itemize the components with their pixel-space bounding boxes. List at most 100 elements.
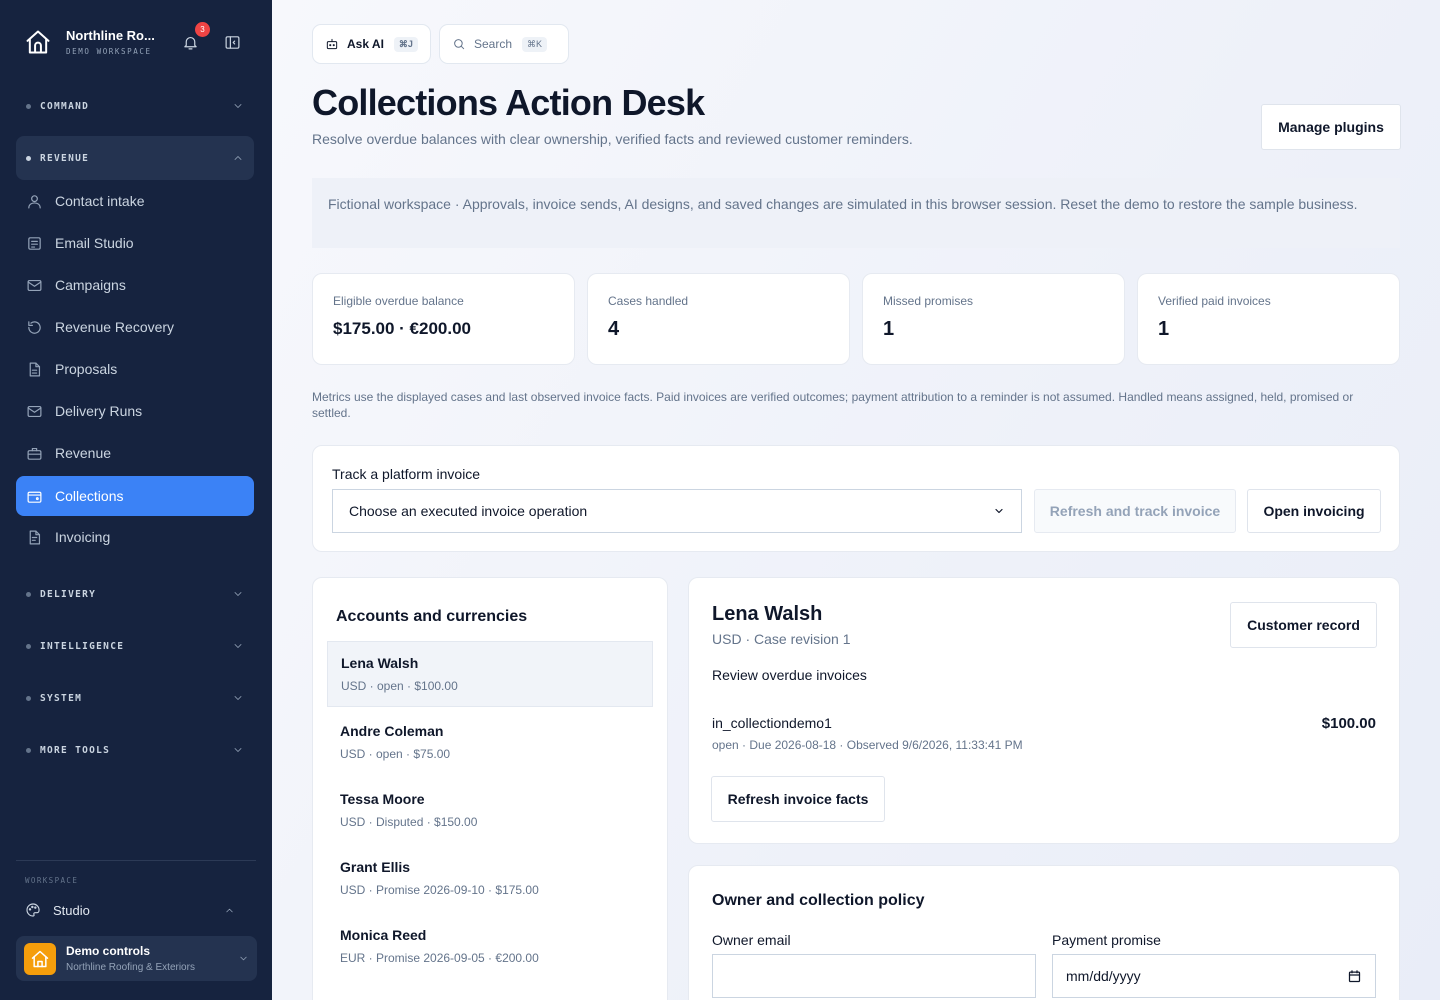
- sidebar-item-label: Delivery Runs: [55, 403, 143, 419]
- sidebar-item-contact-intake[interactable]: Contact intake: [16, 181, 254, 221]
- account-item[interactable]: Andre Coleman USD · open · $75.00: [327, 710, 653, 776]
- sidebar-item-delivery-runs[interactable]: Delivery Runs: [16, 391, 254, 431]
- document-icon: [26, 235, 43, 252]
- chevron-down-icon: [232, 744, 244, 756]
- account-meta: USD · open · $100.00: [341, 679, 458, 693]
- sidebar-divider: [16, 860, 256, 861]
- sidebar: Northline Ro... DEMO WORKSPACE 3 COMMAND…: [0, 0, 272, 1000]
- brand[interactable]: Northline Ro... DEMO WORKSPACE: [24, 28, 155, 56]
- account-item[interactable]: Tessa Moore USD · Disputed · $150.00: [327, 778, 653, 844]
- studio-item[interactable]: Studio: [25, 902, 247, 918]
- workspace-label: WORKSPACE: [25, 876, 79, 885]
- notification-badge: 3: [195, 22, 210, 37]
- track-invoice-label: Track a platform invoice: [332, 466, 481, 482]
- sidebar-item-invoicing[interactable]: Invoicing: [16, 517, 254, 557]
- bell-icon[interactable]: [182, 34, 199, 51]
- search-label: Search: [474, 37, 513, 51]
- palette-icon: [25, 902, 41, 918]
- metric-value: 1: [883, 318, 895, 340]
- calendar-icon[interactable]: [1347, 969, 1362, 984]
- sidebar-item-label: Collections: [55, 488, 124, 504]
- policy-title: Owner and collection policy: [712, 892, 925, 909]
- demo-controls[interactable]: Demo controls Northline Roofing & Exteri…: [16, 936, 257, 981]
- customer-record-button[interactable]: Customer record: [1230, 602, 1377, 648]
- section-command[interactable]: COMMAND: [16, 84, 254, 128]
- sidebar-item-revenue-recovery[interactable]: Revenue Recovery: [16, 307, 254, 347]
- account-name: Lena Walsh: [341, 655, 419, 671]
- page-subtitle: Resolve overdue balances with clear owne…: [312, 131, 913, 147]
- invoice-meta: open · Due 2026-08-18 · Observed 9/6/202…: [712, 738, 1023, 752]
- home-logo-icon: [24, 28, 52, 56]
- demo-home-icon: [24, 942, 56, 975]
- invoice-operation-select[interactable]: Choose an executed invoice operation: [332, 489, 1022, 533]
- ask-ai-button[interactable]: Ask AI ⌘J: [312, 24, 431, 64]
- account-meta: USD · Promise 2026-09-10 · $175.00: [340, 883, 539, 897]
- account-item[interactable]: Grant Ellis USD · Promise 2026-09-10 · $…: [327, 846, 653, 912]
- briefcase-icon: [26, 445, 43, 462]
- sidebar-item-label: Proposals: [55, 361, 118, 377]
- metric-card: Cases handled 4: [587, 273, 850, 365]
- section-system[interactable]: SYSTEM: [16, 676, 254, 720]
- section-dot: [26, 155, 31, 161]
- refresh-track-invoice-button[interactable]: Refresh and track invoice: [1034, 489, 1236, 533]
- metric-label: Cases handled: [608, 294, 689, 308]
- section-label: SYSTEM: [40, 692, 83, 704]
- metric-card: Missed promises 1: [862, 273, 1125, 365]
- sidebar-item-label: Email Studio: [55, 235, 134, 251]
- section-intelligence[interactable]: INTELLIGENCE: [16, 624, 254, 668]
- search-button[interactable]: Search ⌘K: [439, 24, 569, 64]
- sidebar-item-collections[interactable]: Collections: [16, 476, 254, 516]
- workspace-subtitle: DEMO WORKSPACE: [66, 47, 152, 56]
- sidebar-item-email-studio[interactable]: Email Studio: [16, 223, 254, 263]
- accounts-title: Accounts and currencies: [336, 608, 528, 625]
- metrics-note: Metrics use the displayed cases and last…: [312, 390, 1354, 420]
- metric-value: 1: [1158, 318, 1170, 340]
- demo-title: Demo controls: [66, 944, 151, 958]
- page-title: Collections Action Desk: [312, 82, 705, 123]
- section-more-tools[interactable]: MORE TOOLS: [16, 728, 254, 772]
- section-dot: [26, 591, 31, 597]
- account-name: Andre Coleman: [340, 723, 444, 739]
- chevron-down-icon: [232, 588, 244, 600]
- chevron-up-icon: [224, 905, 235, 916]
- user-icon: [26, 193, 43, 210]
- file-icon: [26, 361, 43, 378]
- manage-plugins-button[interactable]: Manage plugins: [1261, 104, 1401, 150]
- chevron-down-icon: [993, 505, 1005, 517]
- case-customer-name: Lena Walsh: [712, 603, 823, 625]
- sidebar-item-revenue[interactable]: Revenue: [16, 433, 254, 473]
- account-item[interactable]: Lena Walsh USD · open · $100.00: [327, 641, 653, 707]
- robot-icon: [325, 37, 339, 51]
- metric-card: Verified paid invoices 1: [1137, 273, 1400, 365]
- payment-promise-date-field[interactable]: mm/dd/yyyy: [1052, 954, 1376, 998]
- collapse-sidebar-icon[interactable]: [224, 34, 241, 51]
- refresh-icon: [26, 319, 43, 336]
- metric-label: Missed promises: [883, 294, 974, 308]
- sidebar-item-label: Contact intake: [55, 193, 145, 209]
- owner-email-field[interactable]: [712, 954, 1036, 998]
- metric-label: Eligible overdue balance: [333, 294, 464, 308]
- account-item[interactable]: Monica Reed EUR · Promise 2026-09-05 · €…: [327, 914, 653, 980]
- ask-ai-shortcut: ⌘J: [393, 36, 418, 52]
- search-icon: [452, 37, 466, 51]
- metric-value: $175.00 · €200.00: [333, 319, 472, 338]
- section-delivery[interactable]: DELIVERY: [16, 572, 254, 616]
- workspace-name: Northline Ro...: [66, 28, 155, 43]
- sidebar-item-label: Campaigns: [55, 277, 126, 293]
- section-label: COMMAND: [40, 100, 90, 112]
- metric-card: Eligible overdue balance $175.00 · €200.…: [312, 273, 575, 365]
- payment-promise-label: Payment promise: [1052, 932, 1161, 948]
- section-label: MORE TOOLS: [40, 744, 111, 756]
- section-revenue[interactable]: REVENUE: [16, 136, 254, 180]
- sidebar-item-campaigns[interactable]: Campaigns: [16, 265, 254, 305]
- wallet-icon: [26, 488, 43, 505]
- case-status: Review overdue invoices: [712, 667, 867, 683]
- section-label: DELIVERY: [40, 588, 97, 600]
- metric-value: 4: [608, 318, 620, 340]
- chevron-down-icon: [232, 100, 244, 112]
- refresh-invoice-facts-button[interactable]: Refresh invoice facts: [711, 776, 885, 822]
- mail-icon: [26, 403, 43, 420]
- section-dot: [26, 643, 31, 649]
- open-invoicing-button[interactable]: Open invoicing: [1247, 489, 1381, 533]
- sidebar-item-proposals[interactable]: Proposals: [16, 349, 254, 389]
